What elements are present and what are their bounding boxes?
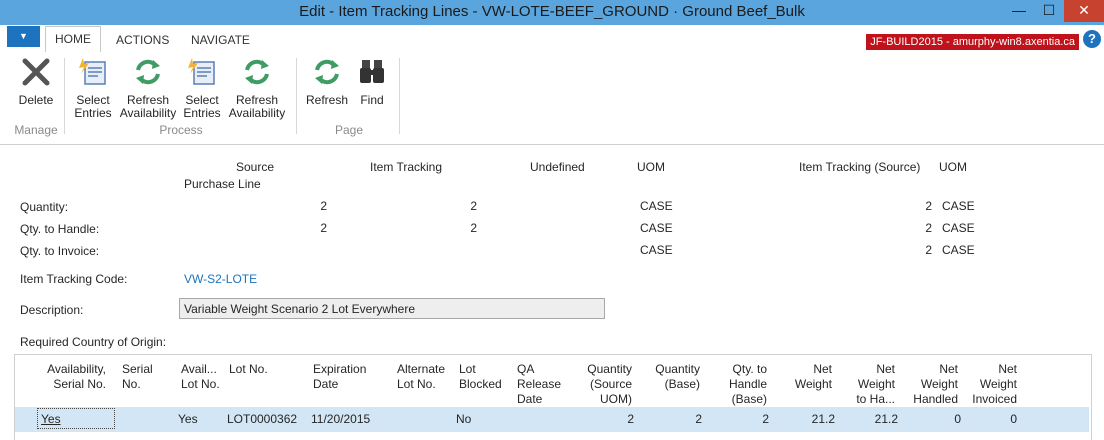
item-tracking-source-header: Item Tracking (Source): [799, 160, 921, 174]
refresh-availability-button-2[interactable]: Refresh Availability: [227, 56, 287, 120]
select-entries-button[interactable]: Select Entries: [68, 56, 118, 120]
refresh-icon: [311, 56, 343, 88]
find-label: Find: [360, 93, 384, 107]
binoculars-icon: [356, 56, 388, 88]
find-button[interactable]: Find: [351, 56, 393, 107]
qty-to-handle-source-value: 2: [320, 221, 327, 235]
col-qty-to-handle-base[interactable]: Qty. to Handle (Base): [714, 362, 767, 407]
col-qa-release-date[interactable]: QA Release Date: [517, 362, 562, 407]
item-tracking-header: Item Tracking: [370, 160, 443, 174]
cell-quantity-base[interactable]: 2: [652, 412, 702, 426]
col-net-weight[interactable]: Net Weight: [782, 362, 832, 392]
tab-home[interactable]: HOME: [45, 26, 101, 53]
qty-to-handle-uom2-value: CASE: [942, 221, 975, 235]
cell-availability-serial[interactable]: Yes: [41, 412, 61, 426]
quantity-label: Quantity:: [20, 200, 69, 214]
col-availability-serial[interactable]: Availability, Serial No.: [20, 362, 106, 392]
qty-to-invoice-tracking-source-value: 2: [925, 243, 932, 257]
ribbon-separator: [399, 58, 400, 134]
qty-to-invoice-uom-value: CASE: [640, 243, 673, 257]
cell-qty-to-handle-base[interactable]: 2: [719, 412, 769, 426]
select-entries-button-2[interactable]: Select Entries: [177, 56, 227, 120]
group-process: Process: [159, 123, 203, 137]
tab-actions[interactable]: ACTIONS: [116, 33, 169, 47]
source-header: Source: [236, 160, 275, 174]
minimize-button[interactable]: —: [1004, 0, 1034, 22]
qty-to-invoice-uom2-value: CASE: [942, 243, 975, 257]
cell-lot-blocked[interactable]: No: [456, 412, 471, 426]
group-manage: Manage: [14, 123, 58, 137]
application-menu-button[interactable]: ▼: [7, 26, 40, 47]
source-subheader: Purchase Line: [184, 177, 261, 191]
quantity-uom2-value: CASE: [942, 199, 975, 213]
maximize-button[interactable]: ☐: [1034, 0, 1064, 22]
quantity-uom-value: CASE: [640, 199, 673, 213]
tab-navigate[interactable]: NAVIGATE: [191, 33, 250, 47]
col-net-weight-invoiced[interactable]: Net Weight Invoiced: [968, 362, 1017, 407]
col-net-weight-handled[interactable]: Net Weight Handled: [910, 362, 958, 407]
group-page: Page: [334, 123, 364, 137]
refresh-label: Refresh: [305, 93, 349, 107]
cell-avail-lot-no[interactable]: Yes: [178, 412, 198, 426]
delete-x-icon: [20, 56, 52, 88]
item-tracking-code-label: Item Tracking Code:: [20, 272, 128, 286]
quantity-source-value: 2: [320, 199, 327, 213]
cell-net-weight[interactable]: 21.2: [785, 412, 835, 426]
ribbon-separator: [296, 58, 297, 134]
help-icon[interactable]: ?: [1083, 30, 1101, 48]
refresh-button[interactable]: Refresh: [304, 56, 350, 107]
undefined-header: Undefined: [530, 160, 585, 174]
select-entries-icon: [77, 56, 109, 88]
col-alternate-lot-no[interactable]: Alternate Lot No.: [397, 362, 452, 392]
ribbon-separator: [64, 58, 65, 134]
refresh-availability-button[interactable]: Refresh Availability: [118, 56, 178, 120]
cell-net-weight-handled[interactable]: 0: [911, 412, 961, 426]
window-title: Edit - Item Tracking Lines - VW-LOTE-BEE…: [299, 3, 805, 20]
delete-label: Delete: [18, 93, 54, 107]
quantity-tracking-value: 2: [470, 199, 477, 213]
select-entries-label: Select Entries: [74, 93, 112, 120]
uom2-header: UOM: [939, 160, 967, 174]
cell-expiration-date[interactable]: 11/20/2015: [311, 412, 370, 426]
col-quantity-base[interactable]: Quantity (Base): [645, 362, 700, 392]
close-button[interactable]: ✕: [1064, 0, 1104, 22]
cell-net-weight-to-handle[interactable]: 21.2: [848, 412, 898, 426]
select-entries-icon: [186, 56, 218, 88]
refresh-availability-label-2: Refresh Availability: [228, 93, 286, 120]
qty-to-handle-tracking-source-value: 2: [925, 221, 932, 235]
refresh-availability-label: Refresh Availability: [119, 93, 177, 120]
cell-net-weight-invoiced[interactable]: 0: [967, 412, 1017, 426]
refresh-icon: [241, 56, 273, 88]
qty-to-handle-uom-value: CASE: [640, 221, 673, 235]
cell-lot-no[interactable]: LOT0000362: [227, 412, 297, 426]
col-expiration-date[interactable]: Expiration Date: [313, 362, 383, 392]
cell-quantity-source-uom[interactable]: 2: [584, 412, 634, 426]
select-entries-label-2: Select Entries: [183, 93, 221, 120]
description-field[interactable]: Variable Weight Scenario 2 Lot Everywher…: [179, 298, 605, 319]
delete-button[interactable]: Delete: [14, 56, 58, 107]
col-serial-no[interactable]: Serial No.: [122, 362, 162, 392]
col-lot-blocked[interactable]: Lot Blocked: [459, 362, 511, 392]
col-lot-no[interactable]: Lot No.: [229, 362, 299, 377]
qty-to-handle-tracking-value: 2: [470, 221, 477, 235]
server-badge: JF-BUILD2015 - amurphy-win8.axentia.ca: [866, 34, 1079, 50]
uom-header: UOM: [637, 160, 665, 174]
qty-to-invoice-label: Qty. to Invoice:: [20, 244, 100, 258]
quantity-tracking-source-value: 2: [925, 199, 932, 213]
col-net-weight-to-handle[interactable]: Net Weight to Ha...: [848, 362, 895, 407]
qty-to-handle-label: Qty. to Handle:: [20, 222, 100, 236]
required-country-label: Required Country of Origin:: [20, 335, 167, 349]
description-label: Description:: [20, 303, 84, 317]
col-avail-lot-no[interactable]: Avail... Lot No.: [181, 362, 221, 392]
item-tracking-code-link[interactable]: VW-S2-LOTE: [184, 272, 257, 286]
col-quantity-source-uom[interactable]: Quantity (Source UOM): [577, 362, 632, 407]
refresh-icon: [132, 56, 164, 88]
